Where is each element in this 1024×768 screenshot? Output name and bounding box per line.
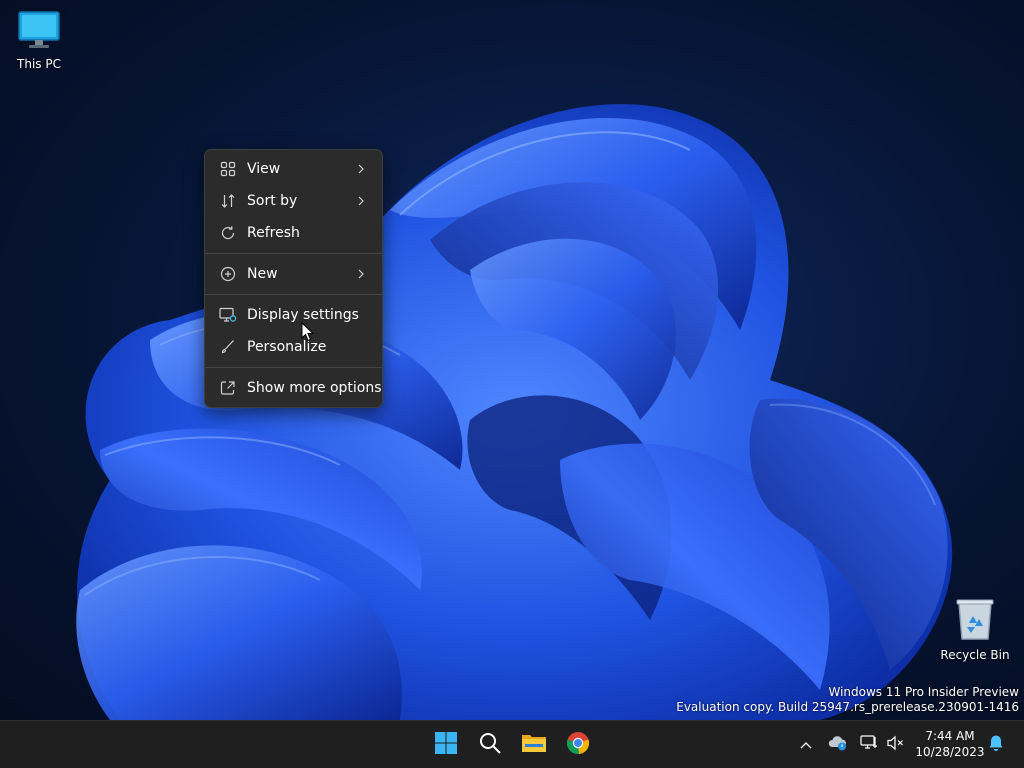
file-explorer-button[interactable] (516, 727, 552, 763)
network-icon (859, 734, 879, 756)
sort-icon (219, 192, 237, 210)
menu-item-label: Refresh (247, 225, 300, 241)
windows-start-icon (434, 731, 458, 759)
menu-item-display-settings[interactable]: Display settings (205, 299, 382, 331)
brush-icon (219, 338, 237, 356)
menu-item-new[interactable]: New (205, 258, 382, 290)
taskbar-clock[interactable]: 7:44 AM 10/28/2023 (912, 728, 988, 760)
search-button[interactable] (472, 727, 508, 763)
volume-muted-icon (886, 734, 906, 756)
desktop[interactable]: This PC Recycle Bin Windows 11 Pro Insid… (0, 0, 1024, 720)
open-external-icon (219, 379, 237, 397)
menu-item-personalize[interactable]: Personalize (205, 331, 382, 363)
menu-separator (205, 367, 382, 368)
bell-icon (988, 734, 1004, 756)
clock-date: 10/28/2023 (915, 745, 985, 759)
menu-item-label: Sort by (247, 193, 298, 209)
chevron-up-icon (799, 735, 813, 754)
chrome-button[interactable] (560, 727, 596, 763)
menu-separator (205, 253, 382, 254)
menu-item-label: New (247, 266, 278, 282)
search-icon (478, 731, 502, 759)
desktop-context-menu: View Sort by Refresh New Display setting… (204, 149, 383, 408)
menu-item-refresh[interactable]: Refresh (205, 217, 382, 249)
display-settings-icon (219, 306, 237, 324)
menu-separator (205, 294, 382, 295)
menu-item-sort-by[interactable]: Sort by (205, 185, 382, 217)
desktop-icon-label: Recycle Bin (940, 648, 1010, 662)
volume-tray-button[interactable] (884, 721, 908, 768)
menu-item-label: Display settings (247, 307, 359, 323)
watermark-build: Evaluation copy. Build 25947.rs_prerelea… (676, 700, 1019, 714)
chevron-right-icon (354, 162, 368, 176)
onedrive-tray-button[interactable] (826, 721, 850, 768)
chevron-right-icon (354, 267, 368, 281)
menu-item-label: Show more options (247, 380, 382, 396)
watermark-edition: Windows 11 Pro Insider Preview (828, 685, 1019, 699)
desktop-icon-this-pc[interactable]: This PC (1, 10, 77, 71)
network-tray-button[interactable] (857, 721, 881, 768)
menu-item-show-more-options[interactable]: Show more options (205, 372, 382, 404)
menu-item-view[interactable]: View (205, 153, 382, 185)
mouse-cursor-icon (301, 321, 315, 346)
chrome-icon (566, 731, 590, 759)
recycle-bin-icon (937, 597, 1013, 644)
bloom-wallpaper (76, 104, 953, 720)
show-hidden-icons-button[interactable] (794, 721, 818, 768)
monitor-icon (1, 10, 77, 53)
start-button[interactable] (428, 727, 464, 763)
notifications-button[interactable] (984, 721, 1008, 768)
desktop-icon-recycle-bin[interactable]: Recycle Bin (937, 597, 1013, 662)
evaluation-watermark: Windows 11 Pro Insider Preview Evaluatio… (676, 685, 1019, 715)
folder-icon (521, 732, 547, 758)
cloud-status-icon (828, 735, 848, 755)
grid-view-icon (219, 160, 237, 178)
plus-circle-icon (219, 265, 237, 283)
menu-item-label: View (247, 161, 281, 177)
clock-time: 7:44 AM (925, 729, 975, 743)
chevron-right-icon (354, 194, 368, 208)
refresh-icon (219, 224, 237, 242)
desktop-icon-label: This PC (17, 57, 61, 71)
taskbar: 7:44 AM 10/28/2023 (0, 720, 1024, 768)
